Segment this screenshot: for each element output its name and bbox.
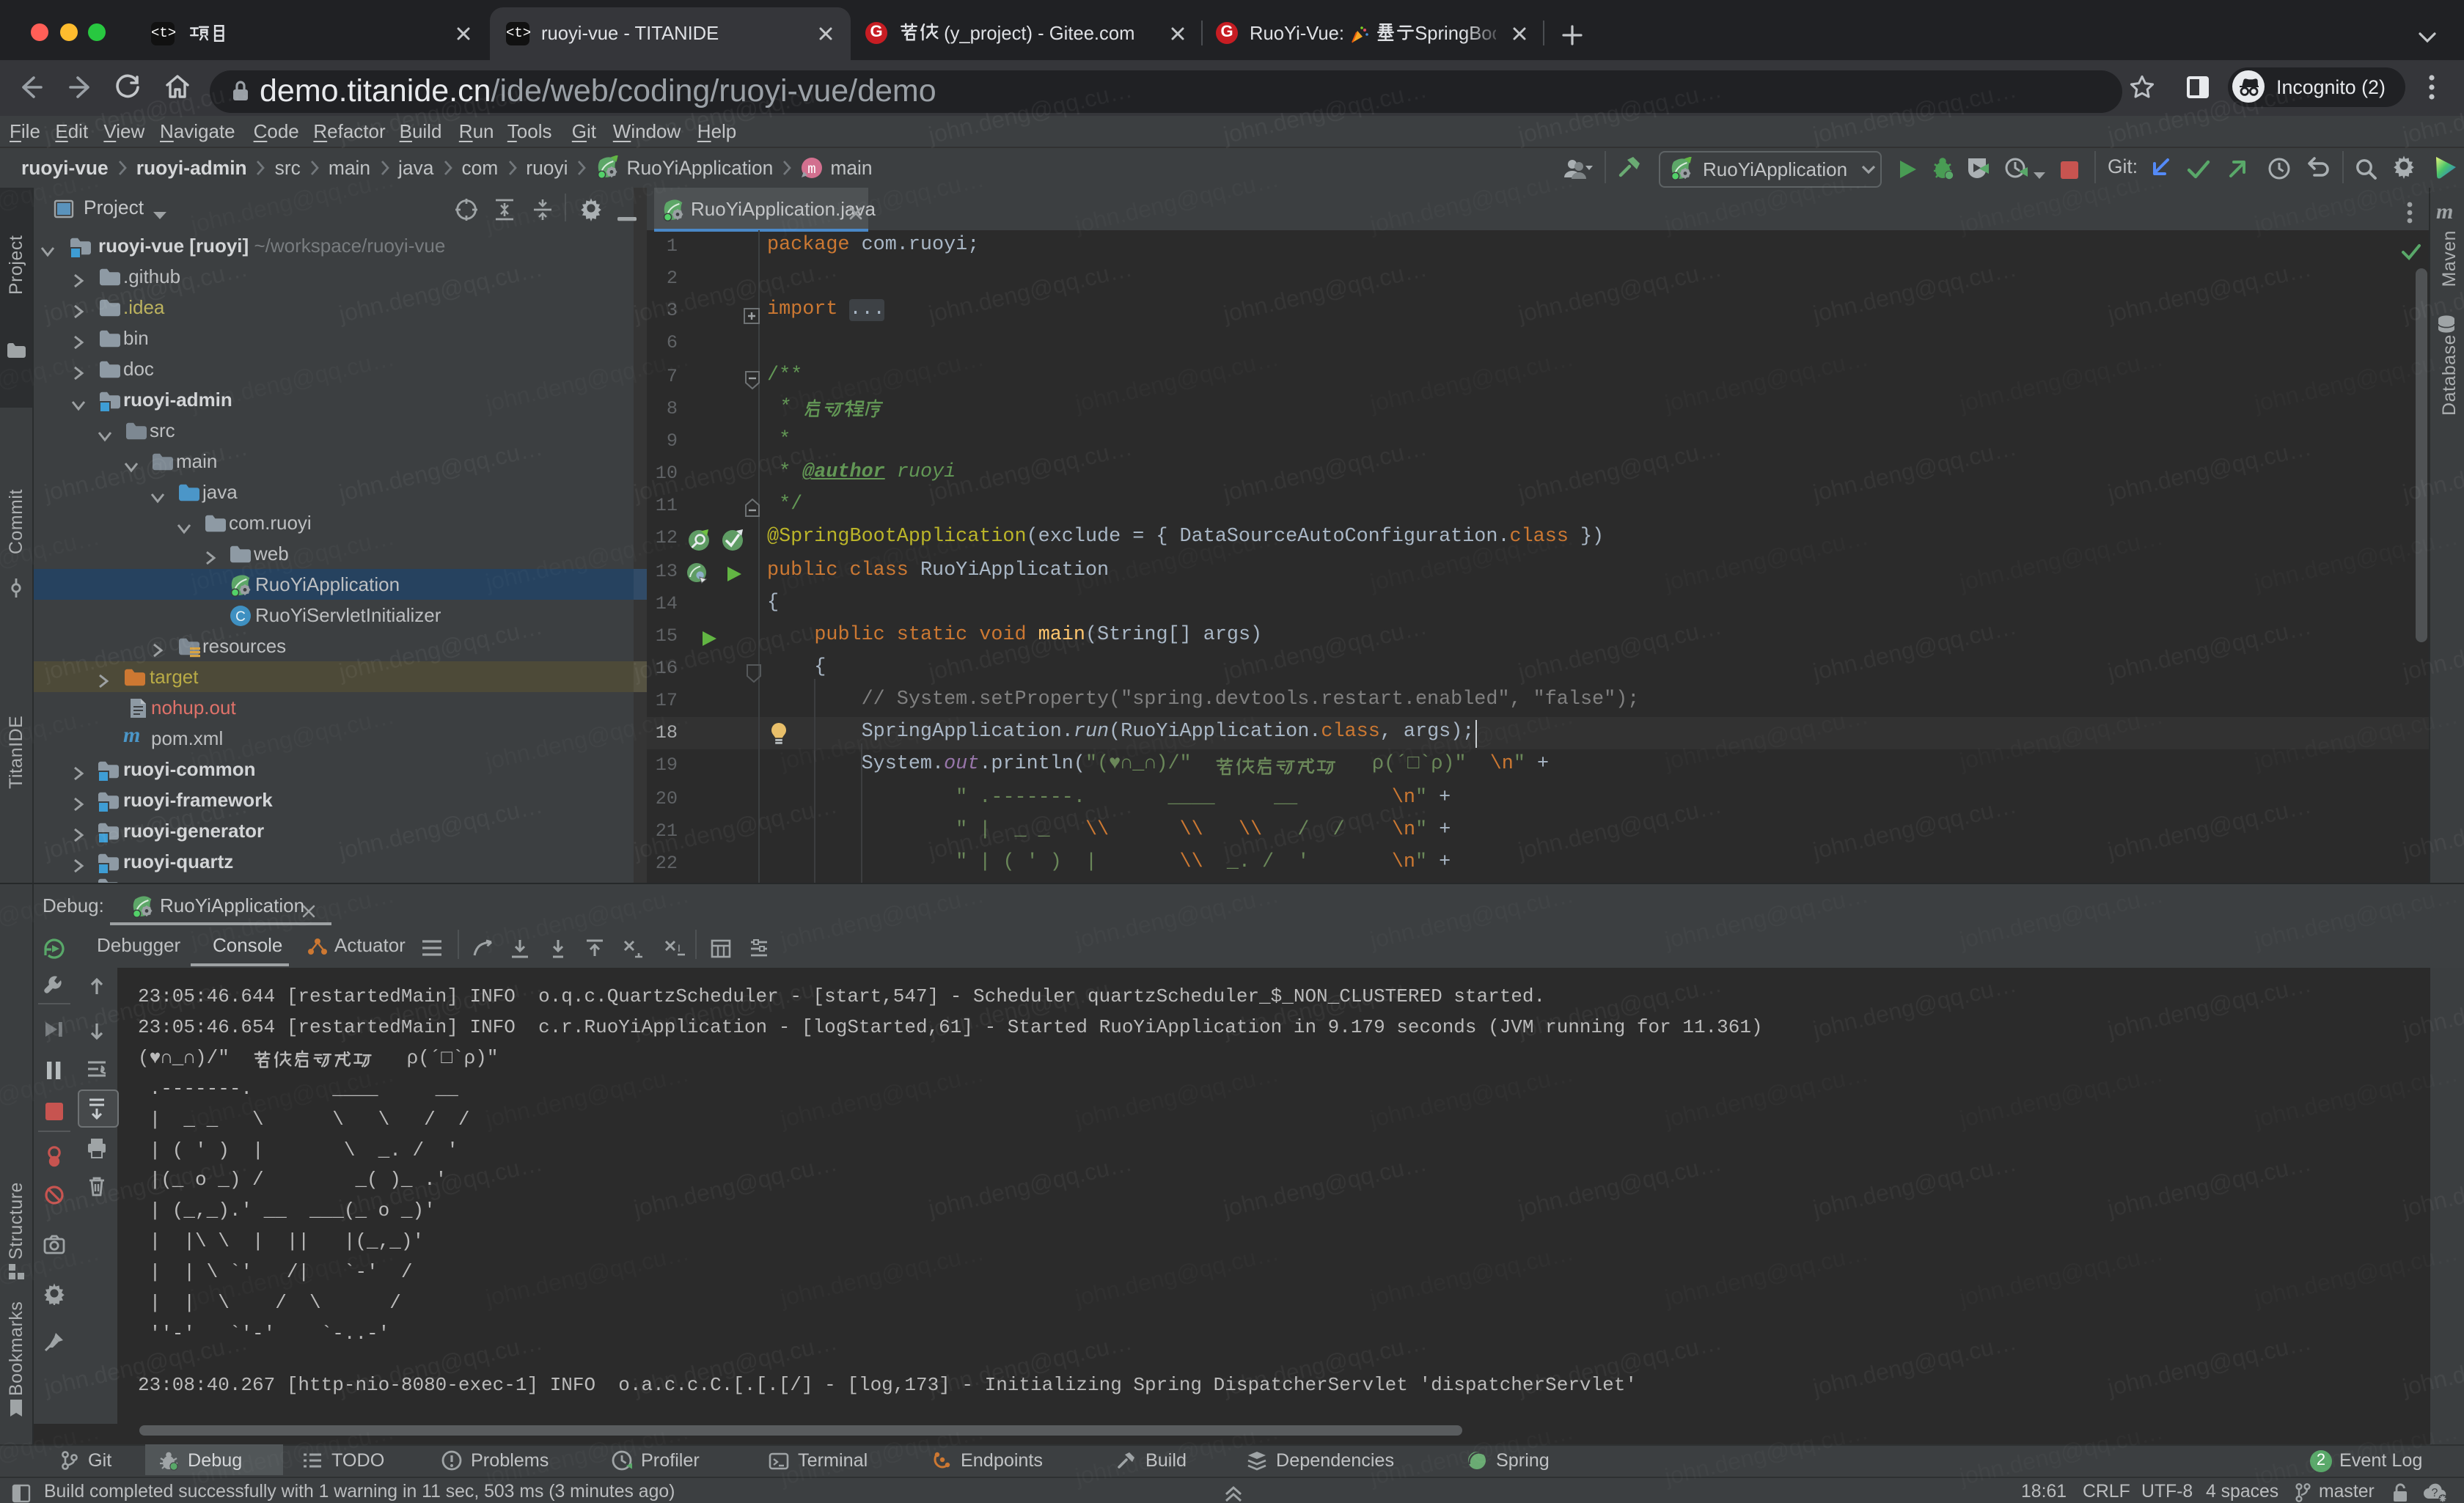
svg-text:m: m	[808, 161, 816, 177]
svg-text:C: C	[235, 609, 246, 625]
svg-text:?: ?	[2432, 1487, 2438, 1499]
svg-text:I: I	[678, 942, 681, 954]
